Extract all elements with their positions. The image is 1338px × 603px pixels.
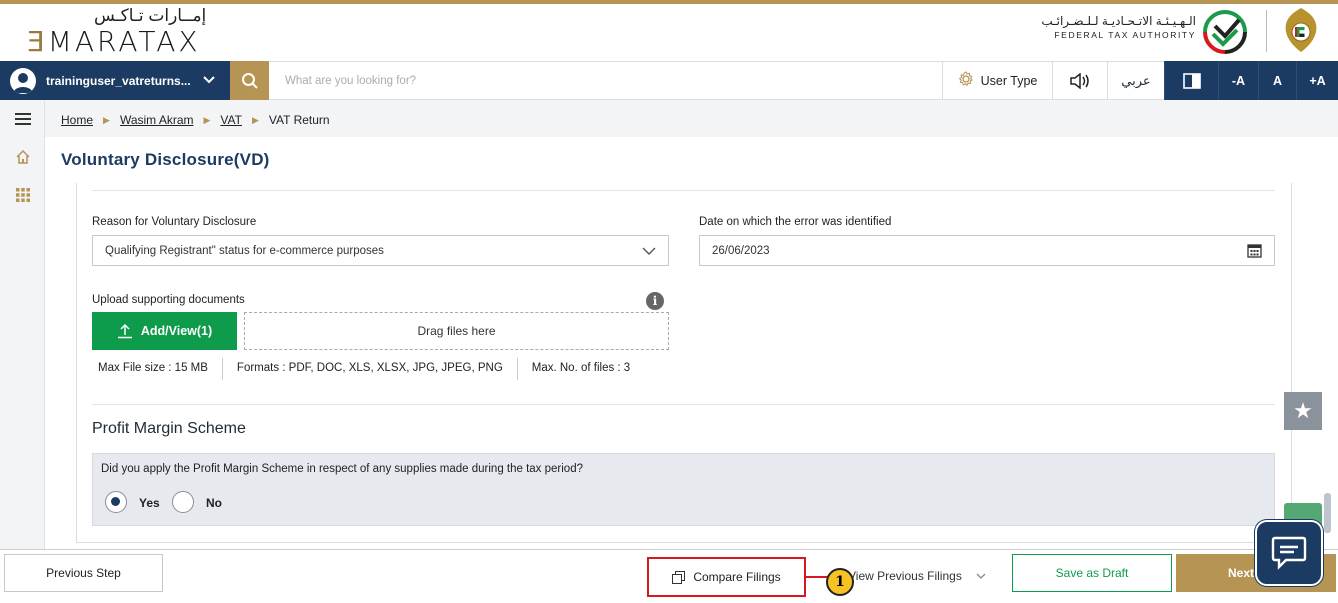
breadcrumb-vat[interactable]: VAT: [220, 113, 242, 127]
radio-yes-label[interactable]: Yes: [139, 496, 160, 510]
font-reset-button[interactable]: A: [1258, 61, 1296, 100]
reason-label: Reason for Voluntary Disclosure: [92, 216, 257, 228]
search-icon: [241, 72, 258, 89]
chevron-down-icon: [976, 571, 986, 582]
username: traininguser_vatreturns...: [46, 73, 191, 88]
font-decrease-button[interactable]: -A: [1218, 61, 1258, 100]
header-divider: [1266, 10, 1267, 52]
compare-filings-label: Compare Filings: [693, 570, 781, 584]
page-title: Voluntary Disclosure(VD): [61, 150, 270, 169]
language-toggle[interactable]: عربي: [1107, 61, 1164, 100]
reason-value: Qualifying Registrant" status for e-comm…: [105, 244, 384, 257]
speaker-icon: [1070, 72, 1089, 89]
chat-icon: [1271, 536, 1307, 570]
divider: [92, 404, 1275, 405]
star-icon: ★: [1293, 398, 1313, 423]
file-drop-zone[interactable]: Drag files here: [244, 312, 669, 350]
divider: [516, 358, 518, 380]
add-view-button[interactable]: Add/View(1): [92, 312, 237, 350]
copy-icon: [672, 570, 686, 584]
step-callout-badge: 1: [826, 568, 854, 596]
question-text: Did you apply the Profit Margin Scheme i…: [101, 463, 583, 475]
add-view-label: Add/View(1): [140, 324, 213, 338]
max-files: Max. No. of files : 3: [531, 362, 631, 374]
user-type-button[interactable]: User Type: [942, 61, 1052, 100]
calendar-icon[interactable]: [1247, 243, 1262, 258]
view-previous-label: View Previous Filings: [848, 569, 962, 583]
compare-filings-button[interactable]: Compare Filings: [647, 557, 806, 597]
gear-icon: [958, 70, 974, 91]
divider: [221, 358, 223, 380]
sidebar: [0, 100, 45, 549]
sidebar-item-home[interactable]: [0, 146, 45, 168]
save-draft-button[interactable]: Save as Draft: [1012, 554, 1172, 592]
date-value: 26/06/2023: [712, 244, 770, 257]
search-button[interactable]: [230, 61, 269, 100]
favorite-button[interactable]: ★: [1284, 392, 1322, 430]
breadcrumb: Home ▶ Wasim Akram ▶ VAT ▶ VAT Return: [61, 113, 330, 127]
radio-no-label[interactable]: No: [206, 496, 222, 510]
date-label: Date on which the error was identified: [699, 216, 892, 228]
section-title: Profit Margin Scheme: [92, 420, 246, 437]
breadcrumb-current: VAT Return: [268, 113, 330, 127]
scrollbar[interactable]: [1324, 493, 1331, 533]
breadcrumb-arrow-icon: ▶: [103, 114, 110, 125]
divider: [92, 190, 1275, 191]
info-icon[interactable]: i: [646, 292, 664, 310]
menu-toggle[interactable]: [0, 108, 45, 130]
fta-logo-icon: [1203, 10, 1247, 54]
max-file-size: Max File size : 15 MB: [98, 362, 208, 374]
authority-name-english: FEDERAL TAX AUTHORITY: [1054, 30, 1196, 40]
user-type-label: User Type: [980, 73, 1038, 88]
file-formats: Formats : PDF, DOC, XLS, XLSX, JPG, JPEG…: [236, 362, 503, 374]
contrast-toggle[interactable]: [1164, 61, 1218, 100]
radio-no[interactable]: [172, 491, 194, 513]
breadcrumb-arrow-icon: ▶: [251, 114, 259, 125]
upload-label: Upload supporting documents: [92, 294, 245, 306]
chevron-down-icon: [203, 75, 215, 87]
chat-button[interactable]: [1255, 520, 1323, 586]
user-menu[interactable]: traininguser_vatreturns...: [0, 61, 230, 100]
previous-step-button[interactable]: Previous Step: [4, 554, 163, 592]
contrast-icon: [1182, 72, 1201, 89]
upload-limits: Max File size : 15 MB Formats : PDF, DOC…: [92, 358, 636, 384]
breadcrumb-taxpayer[interactable]: Wasim Akram: [120, 113, 194, 127]
search-input[interactable]: [275, 63, 935, 98]
chevron-down-icon: [642, 247, 656, 255]
breadcrumb-home[interactable]: Home: [61, 113, 93, 127]
radio-yes[interactable]: [105, 491, 127, 513]
logo-text: MARATAX: [47, 25, 201, 58]
logo-arabic: إمــارات تـاكـس: [94, 6, 207, 25]
upload-icon: [117, 323, 132, 339]
home-icon: [15, 149, 30, 164]
logo-e-mark: Ǝ: [27, 25, 48, 58]
breadcrumb-arrow-icon: ▶: [203, 114, 211, 125]
date-field[interactable]: 26/06/2023: [699, 235, 1275, 266]
user-avatar-icon: [10, 67, 36, 94]
reason-select[interactable]: Qualifying Registrant" status for e-comm…: [92, 235, 669, 266]
emaratax-logo[interactable]: ƎMARATAX: [27, 25, 201, 58]
hamburger-icon: [14, 113, 31, 125]
text-to-speech-button[interactable]: [1052, 61, 1107, 100]
uae-emblem-icon: [1285, 8, 1317, 52]
grid-icon: [15, 188, 30, 202]
view-previous-filings-dropdown[interactable]: View Previous Filings: [830, 557, 1000, 595]
callout-connector: [806, 576, 828, 578]
sidebar-item-apps[interactable]: [0, 184, 45, 206]
font-increase-button[interactable]: +A: [1296, 61, 1338, 100]
authority-name-arabic: الـهـيـئـة الاتـحـاديـة لـلـضـرائـب: [1041, 14, 1196, 28]
